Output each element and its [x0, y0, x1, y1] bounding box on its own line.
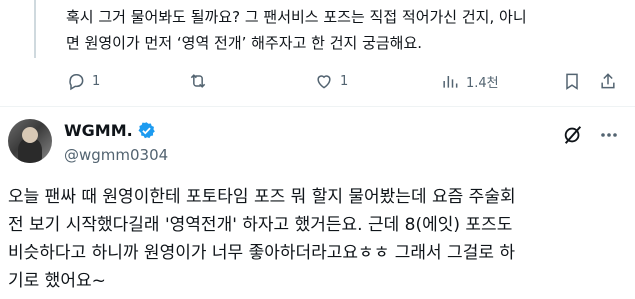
- retweet-icon: [190, 74, 206, 88]
- reply-count: 1: [92, 73, 101, 89]
- avatar[interactable]: [8, 119, 52, 163]
- display-name[interactable]: WGMM.: [64, 121, 133, 140]
- author-name-row: WGMM.: [64, 121, 156, 140]
- reply-icon: [69, 74, 84, 91]
- views-button[interactable]: 1.4천: [440, 70, 499, 92]
- like-count: 1: [340, 73, 349, 89]
- previous-reply-text: 혹시 그거 물어봐도 될까요? 그 팬서비스 포즈는 직접 적어가신 건지, 아…: [66, 8, 527, 52]
- share-icon: [601, 73, 615, 89]
- like-icon: [317, 75, 331, 89]
- divider: [0, 106, 635, 107]
- like-button[interactable]: 1: [314, 70, 348, 92]
- previous-reply-actions: 1 1 1.4천: [66, 70, 626, 92]
- bookmark-button[interactable]: [562, 70, 582, 92]
- reply-button[interactable]: 1: [66, 70, 100, 92]
- post-text: 오늘 팬싸 때 원영이한테 포토타임 포즈 뭐 할지 물어봤는데 요즘 주술회 …: [8, 187, 516, 291]
- views-count: 1.4천: [466, 75, 499, 91]
- grok-icon[interactable]: [562, 124, 584, 146]
- bookmark-icon: [566, 73, 578, 90]
- retweet-button[interactable]: [188, 70, 208, 92]
- user-handle[interactable]: @wgmm0304: [64, 146, 168, 164]
- views-icon: [443, 76, 458, 88]
- share-button[interactable]: [598, 70, 618, 92]
- more-icon[interactable]: [598, 126, 620, 144]
- thread-line: [34, 0, 36, 58]
- verified-badge-icon: [138, 122, 155, 139]
